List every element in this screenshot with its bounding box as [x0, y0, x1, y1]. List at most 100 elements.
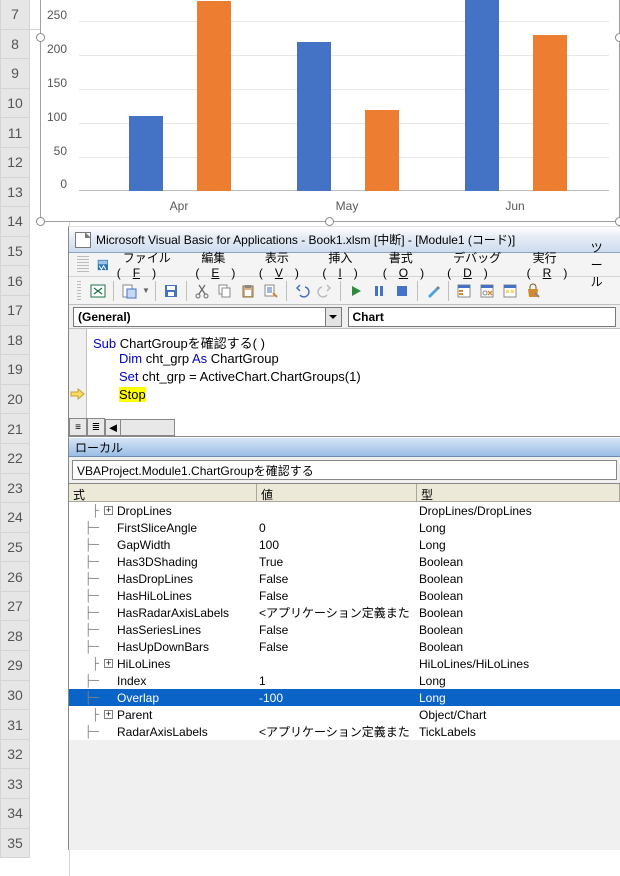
- row-header[interactable]: 29: [0, 651, 30, 681]
- procedure-view-icon[interactable]: ≡: [69, 418, 87, 436]
- row-header[interactable]: 9: [0, 59, 30, 89]
- plot-area[interactable]: Apr May Jun: [79, 0, 609, 191]
- locals-row[interactable]: ├─ HasHiLoLinesFalseBoolean: [69, 587, 620, 604]
- row-header[interactable]: 15: [0, 237, 30, 267]
- row-header[interactable]: 25: [0, 533, 30, 563]
- locals-row[interactable]: ├─ FirstSliceAngle0Long: [69, 519, 620, 536]
- code-pane[interactable]: Sub ChartGroupを確認する( ) Dim cht_grp As Ch…: [69, 329, 620, 437]
- embedded-chart[interactable]: 0 50 100 150 200 250 Apr May Jun: [40, 0, 620, 222]
- locals-row[interactable]: ├─ Index1Long: [69, 672, 620, 689]
- hscroll[interactable]: ◄: [105, 419, 175, 436]
- project-explorer-icon[interactable]: [454, 281, 474, 301]
- expand-icon[interactable]: +: [104, 710, 113, 719]
- locals-row[interactable]: ├─ HasRadarAxisLabels<アプリケーション定義またBoolea…: [69, 604, 620, 621]
- reset-icon[interactable]: [392, 281, 412, 301]
- bar-s2-may[interactable]: [365, 110, 399, 191]
- excel-icon[interactable]: [88, 281, 108, 301]
- row-header[interactable]: 28: [0, 621, 30, 651]
- row-header[interactable]: 10: [0, 89, 30, 119]
- bar-s1-jun[interactable]: [465, 0, 499, 191]
- menu-debug[interactable]: デバッグ(D): [441, 247, 519, 282]
- locals-row[interactable]: ├+HiLoLinesHiLoLines/HiLoLines: [69, 655, 620, 672]
- break-icon[interactable]: [369, 281, 389, 301]
- toolbox-icon[interactable]: [523, 281, 543, 301]
- row-header[interactable]: 19: [0, 355, 30, 385]
- copy-icon[interactable]: [215, 281, 235, 301]
- bar-s2-jun[interactable]: [533, 35, 567, 191]
- menu-tools[interactable]: ツール: [585, 237, 620, 292]
- locals-columns[interactable]: 式 値 型: [69, 484, 620, 502]
- row-header[interactable]: 35: [0, 829, 30, 859]
- row-header[interactable]: 34: [0, 799, 30, 829]
- row-header[interactable]: 22: [0, 444, 30, 474]
- row-header[interactable]: 7: [0, 0, 30, 30]
- expand-icon[interactable]: +: [104, 659, 113, 668]
- chevron-down-icon[interactable]: [325, 308, 341, 326]
- save-icon[interactable]: [161, 281, 181, 301]
- bar-s1-may[interactable]: [297, 42, 331, 191]
- menu-edit[interactable]: 編集(E): [189, 247, 250, 282]
- design-mode-icon[interactable]: [423, 281, 443, 301]
- vba-menubar[interactable]: ファイル(F) 編集(E) 表示(V) 挿入(I) 書式(O) デバッグ(D) …: [69, 253, 620, 277]
- chart-handle[interactable]: [615, 33, 620, 42]
- row-header[interactable]: 24: [0, 503, 30, 533]
- col-expression[interactable]: 式: [69, 484, 257, 501]
- menu-format[interactable]: 書式(O): [377, 247, 439, 282]
- row-header[interactable]: 12: [0, 148, 30, 178]
- locals-row[interactable]: ├─ GapWidth100Long: [69, 536, 620, 553]
- row-header[interactable]: 31: [0, 710, 30, 740]
- redo-icon[interactable]: [315, 281, 335, 301]
- menu-run[interactable]: 実行(R): [521, 247, 583, 282]
- row-header[interactable]: 23: [0, 474, 30, 504]
- chart-handle[interactable]: [615, 217, 620, 226]
- locals-row[interactable]: ├+ParentObject/Chart: [69, 706, 620, 723]
- bar-s2-apr[interactable]: [197, 1, 231, 191]
- locals-row[interactable]: ├─ Overlap-100Long: [69, 689, 620, 706]
- chart-handle[interactable]: [36, 217, 45, 226]
- row-header[interactable]: 33: [0, 769, 30, 799]
- row-header[interactable]: 13: [0, 178, 30, 208]
- locals-header[interactable]: ローカル: [69, 437, 620, 457]
- col-value[interactable]: 値: [257, 484, 417, 501]
- object-browser-icon[interactable]: [500, 281, 520, 301]
- toolbar-grip[interactable]: [77, 256, 89, 274]
- menu-view[interactable]: 表示(V): [253, 247, 314, 282]
- row-header[interactable]: 14: [0, 207, 30, 237]
- row-header[interactable]: 11: [0, 118, 30, 148]
- row-header[interactable]: 26: [0, 562, 30, 592]
- find-icon[interactable]: [261, 281, 281, 301]
- row-header[interactable]: 30: [0, 681, 30, 711]
- row-header[interactable]: 20: [0, 385, 30, 415]
- row-header[interactable]: 8: [0, 30, 30, 60]
- toolbar-grip[interactable]: [77, 281, 81, 301]
- expand-icon[interactable]: +: [104, 506, 113, 515]
- menu-insert[interactable]: 挿入(I): [316, 247, 374, 282]
- row-header[interactable]: 16: [0, 266, 30, 296]
- row-header[interactable]: 27: [0, 592, 30, 622]
- row-header[interactable]: 21: [0, 414, 30, 444]
- locals-row[interactable]: ├─ HasSeriesLinesFalseBoolean: [69, 621, 620, 638]
- locals-row[interactable]: ├─ HasDropLinesFalseBoolean: [69, 570, 620, 587]
- run-icon[interactable]: [346, 281, 366, 301]
- vba-window[interactable]: Microsoft Visual Basic for Applications …: [68, 226, 620, 850]
- menu-file[interactable]: ファイル(F): [111, 247, 188, 282]
- object-combo[interactable]: (General): [73, 307, 342, 327]
- insert-module-icon[interactable]: [119, 281, 139, 301]
- row-header[interactable]: 32: [0, 740, 30, 770]
- properties-icon[interactable]: [477, 281, 497, 301]
- undo-icon[interactable]: [292, 281, 312, 301]
- row-header[interactable]: 17: [0, 296, 30, 326]
- col-type[interactable]: 型: [417, 484, 620, 501]
- row-header[interactable]: 18: [0, 326, 30, 356]
- locals-row[interactable]: ├─ RadarAxisLabels<アプリケーション定義またTickLabel…: [69, 723, 620, 740]
- dropdown-icon[interactable]: ▼: [142, 281, 150, 301]
- locals-table[interactable]: 式 値 型 ├+DropLinesDropLines/DropLines├─ F…: [69, 483, 620, 740]
- bar-s1-apr[interactable]: [129, 116, 163, 191]
- procedure-combo[interactable]: Chart: [348, 307, 617, 327]
- paste-icon[interactable]: [238, 281, 258, 301]
- chart-handle[interactable]: [36, 33, 45, 42]
- locals-row[interactable]: ├+DropLinesDropLines/DropLines: [69, 502, 620, 519]
- full-module-view-icon[interactable]: ≣: [87, 418, 105, 436]
- locals-row[interactable]: ├─ Has3DShadingTrueBoolean: [69, 553, 620, 570]
- chart-handle[interactable]: [325, 217, 334, 226]
